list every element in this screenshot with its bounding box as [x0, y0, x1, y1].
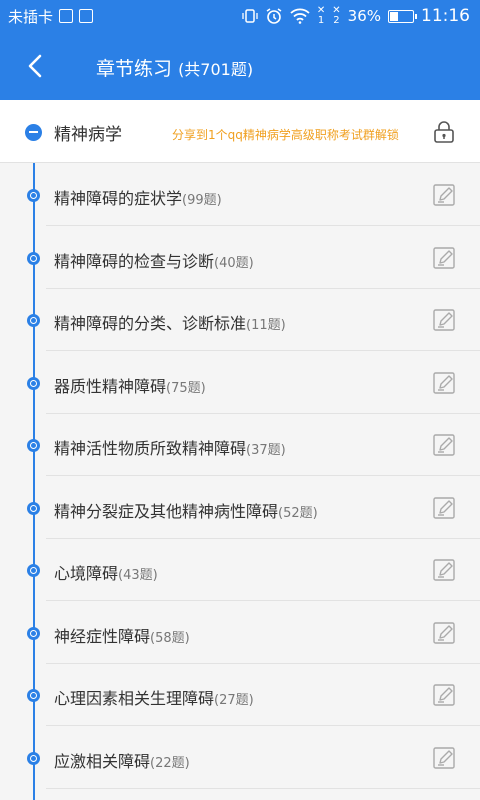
edit-icon[interactable]	[432, 308, 456, 332]
battery-fill	[390, 11, 398, 21]
page-title-count: (共701题)	[178, 60, 254, 79]
section-title: 精神障碍的症状学	[54, 189, 183, 208]
section-row[interactable]: 精神障碍的检查与诊断(40题)	[0, 227, 480, 289]
section-row[interactable]: 精神障碍的分类、诊断标准(11题)	[0, 289, 480, 351]
section-title: 精神分裂症及其他精神病性障碍	[54, 501, 279, 521]
timeline-dot	[27, 439, 40, 452]
section-label: 神经症性障碍(58题)	[54, 623, 190, 647]
section-title: 精神障碍的分类、诊断标准	[54, 314, 247, 333]
page-title-text: 章节练习	[96, 58, 173, 80]
page-title: 章节练习 (共701题)	[96, 54, 253, 81]
wifi-icon	[290, 8, 310, 24]
section-row[interactable]: 心境障碍(43题)	[0, 539, 480, 601]
chevron-left-icon[interactable]	[22, 52, 50, 80]
edit-icon[interactable]	[432, 183, 456, 207]
section-count: (11题)	[246, 318, 286, 333]
section-title: 精神活性物质所致精神障碍	[54, 439, 247, 458]
section-row[interactable]: 器质性精神障碍(75题)	[0, 352, 480, 414]
section-label: 应激相关障碍(22题)	[54, 748, 190, 772]
timeline-dot	[27, 626, 40, 640]
section-row[interactable]: 神经症性障碍(58题)	[0, 602, 480, 664]
chapter-header[interactable]: 精神病学 分享到1个qq精神病学高级职称考试群解锁	[0, 100, 480, 163]
chapter-list: 精神病学 分享到1个qq精神病学高级职称考试群解锁 精神障碍的症状学(99题) 精…	[0, 100, 480, 800]
sim1-icon: ✕ 1	[316, 5, 326, 26]
row-divider	[46, 787, 480, 789]
sim2-icon: ✕ 2	[332, 5, 341, 26]
timeline-dot	[27, 189, 40, 202]
timeline-dot	[27, 501, 40, 515]
section-title: 心境障碍	[54, 564, 119, 583]
section-row[interactable]: 精神活性物质所致精神障碍(37题)	[0, 414, 480, 476]
section-count: (52题)	[278, 505, 318, 521]
section-count: (99题)	[182, 193, 222, 208]
timeline-dot	[27, 564, 40, 577]
section-count: (75题)	[166, 380, 206, 396]
battery-icon	[388, 9, 417, 23]
section-label: 精神活性物质所致精神障碍(37题)	[54, 435, 286, 459]
timeline-dot	[27, 689, 40, 702]
vibrate-icon	[242, 9, 258, 23]
clock: 11:16	[421, 6, 470, 26]
carrier-label: 未插卡	[8, 7, 54, 26]
alarm-icon	[266, 8, 282, 24]
section-count: (27题)	[214, 693, 254, 708]
section-label: 心理因素相关生理障碍(27题)	[54, 685, 254, 709]
section-label: 精神分裂症及其他精神病性障碍(52题)	[54, 498, 318, 522]
download-icon	[79, 9, 94, 23]
collapse-icon[interactable]	[25, 124, 42, 141]
section-label: 精神障碍的症状学(99题)	[54, 185, 222, 209]
section-count: (40题)	[214, 255, 254, 271]
app-header: 章节练习 (共701题)	[0, 32, 480, 100]
timeline-dot	[27, 751, 40, 765]
section-title: 神经症性障碍	[54, 626, 151, 646]
section-row[interactable]: 心理因素相关生理障碍(27题)	[0, 664, 480, 726]
section-row[interactable]: 应激相关障碍(22题)	[0, 727, 480, 789]
section-title: 心理因素相关生理障碍	[54, 689, 215, 708]
section-count: (37题)	[246, 443, 286, 458]
section-label: 心境障碍(43题)	[54, 560, 158, 584]
battery-percent: 36%	[347, 7, 381, 25]
section-count: (58题)	[150, 630, 190, 646]
status-bar: 未插卡 ✕ 1 ✕ 2 36% 11:16	[0, 0, 480, 32]
edit-icon[interactable]	[432, 496, 456, 520]
section-label: 精神障碍的分类、诊断标准(11题)	[54, 310, 286, 334]
edit-icon[interactable]	[432, 683, 456, 707]
section-count: (22题)	[150, 755, 190, 771]
section-label: 器质性精神障碍(75题)	[54, 373, 206, 397]
section-count: (43题)	[118, 568, 158, 583]
section-title: 精神障碍的检查与诊断	[54, 251, 215, 271]
section-title: 应激相关障碍	[54, 751, 151, 771]
timeline-dot	[27, 376, 40, 390]
section-row[interactable]: 精神障碍的症状学(99题)	[0, 164, 480, 226]
edit-icon[interactable]	[432, 246, 456, 270]
section-title: 器质性精神障碍	[54, 376, 167, 396]
edit-icon[interactable]	[432, 433, 456, 457]
lock-icon[interactable]	[433, 120, 455, 144]
edit-icon[interactable]	[432, 558, 456, 582]
section-row[interactable]: 精神分裂症及其他精神病性障碍(52题)	[0, 477, 480, 539]
timeline-dot	[27, 314, 40, 327]
edit-icon[interactable]	[432, 746, 456, 770]
edit-icon[interactable]	[432, 621, 456, 645]
edit-icon[interactable]	[432, 371, 456, 395]
section-label: 精神障碍的检查与诊断(40题)	[54, 248, 254, 272]
share-unlock-text[interactable]: 分享到1个qq精神病学高级职称考试群解锁	[172, 126, 399, 143]
timeline-dot	[27, 251, 40, 265]
image-icon	[59, 9, 74, 23]
chapter-title: 精神病学	[54, 125, 122, 145]
